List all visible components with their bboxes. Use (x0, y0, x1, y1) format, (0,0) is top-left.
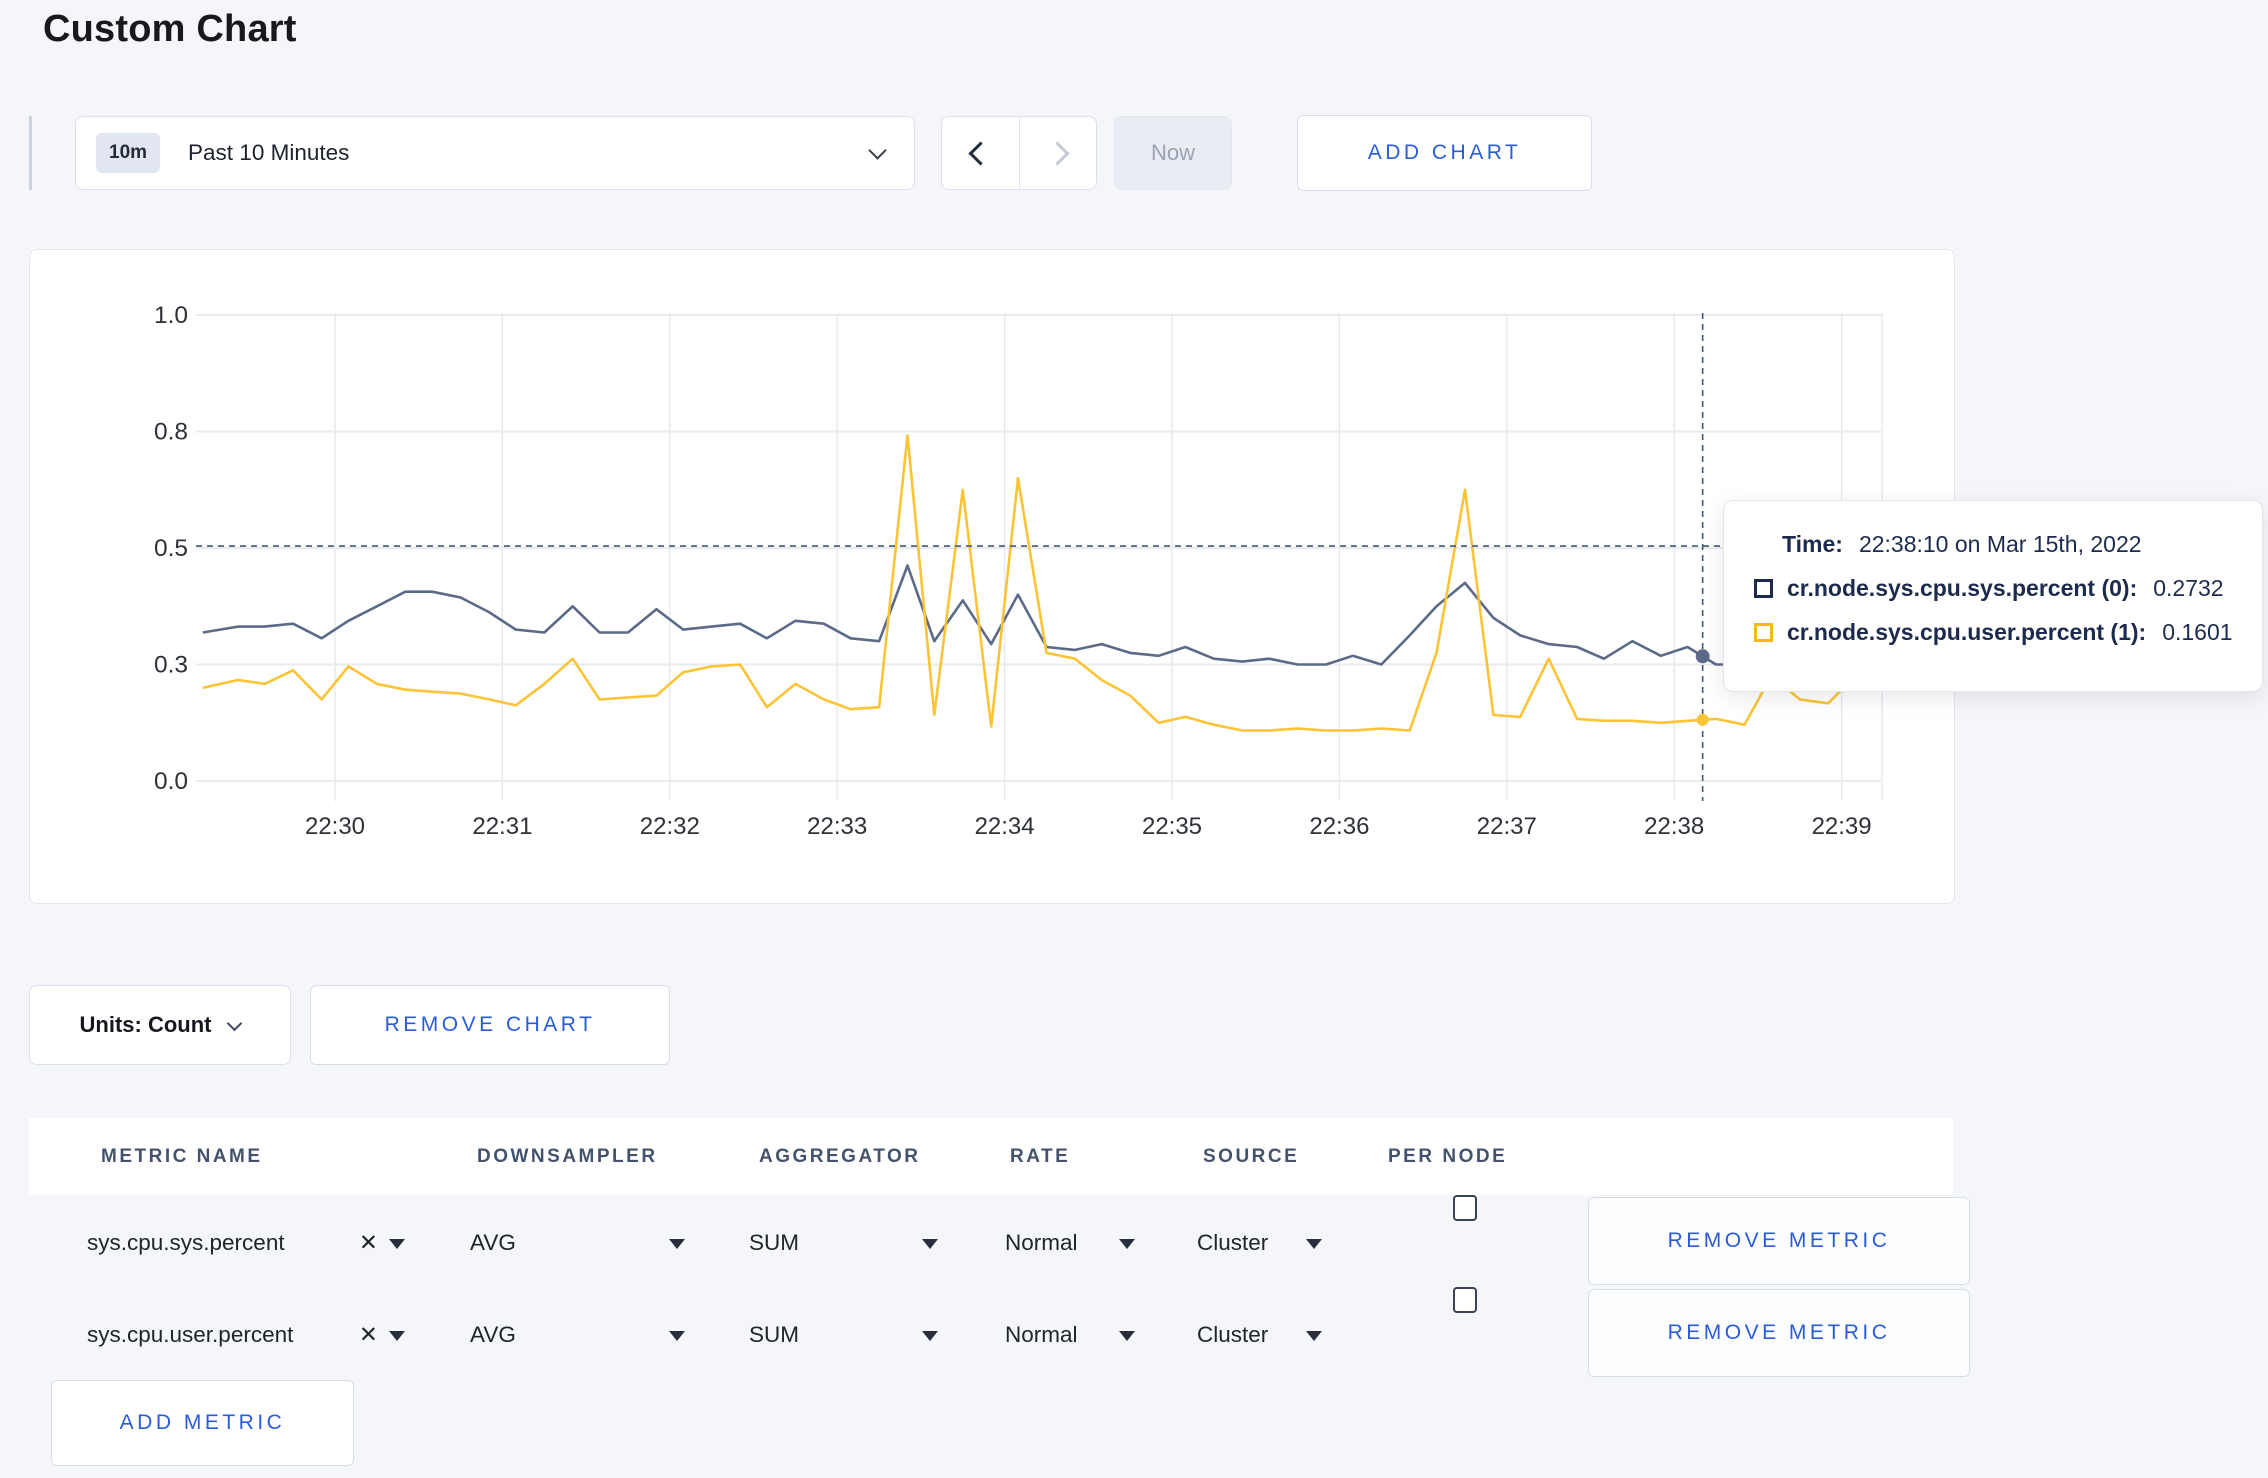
time-range-badge: 10m (96, 133, 161, 173)
user-series-swatch-icon (1754, 623, 1773, 642)
chart-grid: 22:30 22:31 22:32 22:33 22:34 22:35 22:36 22:37… (154, 302, 1883, 840)
crosshair-point-sys (1695, 649, 1710, 664)
aggregator-select[interactable]: SUM (749, 1287, 799, 1383)
chevron-down-icon (868, 140, 887, 160)
time-back-button[interactable] (942, 117, 1019, 189)
aggregator-select[interactable]: SUM (749, 1195, 799, 1291)
time-range-label: Past 10 Minutes (188, 140, 350, 165)
time-forward-button[interactable] (1018, 117, 1097, 189)
downsampler-caret-icon[interactable] (669, 1195, 685, 1291)
y-axis-tick-label: 0.8 (154, 419, 188, 446)
x-axis-tick-label: 22:36 (1309, 813, 1369, 840)
tooltip-user-label: cr.node.sys.cpu.user.percent (1): (1787, 619, 2147, 645)
metrics-table-header: METRIC NAME DOWNSAMPLER AGGREGATOR RATE … (29, 1118, 1953, 1195)
add-metric-button[interactable]: ADD METRIC (51, 1380, 354, 1466)
chart-tooltip: Time: 22:38:10 on Mar 15th, 2022 cr.node… (1723, 500, 2263, 692)
tooltip-time-row: Time: 22:38:10 on Mar 15th, 2022 (1754, 531, 2242, 558)
units-label: Units: Count (79, 1012, 212, 1037)
page-title: Custom Chart (43, 8, 297, 50)
tooltip-time-value: 22:38:10 on Mar 15th, 2022 (1858, 531, 2142, 557)
source-caret-icon[interactable] (1306, 1195, 1322, 1291)
now-button[interactable]: Now (1114, 116, 1232, 190)
metric-name-value[interactable]: sys.cpu.sys.percent (87, 1195, 285, 1291)
metric-name-caret-icon[interactable] (389, 1287, 405, 1383)
downsampler-select[interactable]: AVG (470, 1195, 516, 1291)
tooltip-sys-label: cr.node.sys.cpu.sys.percent (0): (1787, 575, 2138, 601)
tooltip-user-value: 0.1601 (2162, 619, 2233, 645)
chart-crosshair (196, 313, 1882, 801)
x-axis-tick-label: 22:30 (305, 813, 365, 840)
x-axis-tick-label: 22:32 (640, 813, 700, 840)
rate-select[interactable]: Normal (1005, 1195, 1078, 1291)
column-header-rate: RATE (1010, 1146, 1071, 1167)
column-header-per-node: PER NODE (1388, 1146, 1508, 1167)
clear-metric-icon[interactable]: ✕ (359, 1195, 378, 1291)
source-caret-icon[interactable] (1306, 1287, 1322, 1383)
y-axis-tick-label: 0.3 (154, 652, 188, 679)
rate-select[interactable]: Normal (1005, 1287, 1078, 1383)
clear-metric-icon[interactable]: ✕ (359, 1287, 378, 1383)
remove-metric-button[interactable]: REMOVE METRIC (1588, 1289, 1970, 1377)
aggregator-caret-icon[interactable] (922, 1195, 938, 1291)
source-select[interactable]: Cluster (1197, 1195, 1268, 1291)
sys-series-swatch-icon (1754, 579, 1773, 598)
column-header-aggregator: AGGREGATOR (759, 1146, 921, 1167)
x-axis-tick-label: 22:39 (1812, 813, 1872, 840)
column-header-downsampler: DOWNSAMPLER (477, 1146, 658, 1167)
toolbar-divider (29, 116, 32, 190)
per-node-checkbox[interactable] (1453, 1287, 1477, 1313)
remove-metric-button[interactable]: REMOVE METRIC (1588, 1197, 1970, 1285)
tooltip-sys-value: 0.2732 (2153, 575, 2224, 601)
x-axis-tick-label: 22:35 (1142, 813, 1202, 840)
aggregator-caret-icon[interactable] (922, 1287, 938, 1383)
y-axis-tick-label: 0.5 (154, 535, 188, 562)
custom-chart-page: Custom Chart 10m Past 10 Minutes Now ADD… (0, 0, 2268, 1478)
crosshair-point-user (1696, 713, 1709, 726)
x-axis-tick-label: 22:33 (807, 813, 867, 840)
rate-caret-icon[interactable] (1119, 1287, 1135, 1383)
chart-canvas[interactable]: 22:30 22:31 22:32 22:33 22:34 22:35 22:36 22:37… (30, 250, 1956, 905)
time-pager (941, 116, 1097, 190)
metric-name-caret-icon[interactable] (389, 1195, 405, 1291)
rate-caret-icon[interactable] (1119, 1195, 1135, 1291)
column-header-source: SOURCE (1203, 1146, 1300, 1167)
tooltip-series-row: cr.node.sys.cpu.user.percent (1): 0.1601 (1754, 619, 2242, 646)
table-row: sys.cpu.sys.percent ✕ AVG SUM Normal Clu… (29, 1195, 1970, 1291)
time-range-dropdown[interactable]: 10m Past 10 Minutes (75, 116, 915, 190)
x-axis-tick-label: 22:37 (1477, 813, 1537, 840)
line-series-user (202, 434, 1868, 732)
chevron-left-icon (968, 140, 993, 166)
x-axis-tick-label: 22:38 (1644, 813, 1704, 840)
tooltip-series-row: cr.node.sys.cpu.sys.percent (0): 0.2732 (1754, 575, 2242, 602)
units-dropdown[interactable]: Units: Count (29, 985, 291, 1065)
metric-name-value[interactable]: sys.cpu.user.percent (87, 1287, 293, 1383)
y-axis-tick-label: 0.0 (154, 768, 188, 795)
y-axis-tick-label: 1.0 (154, 302, 188, 329)
chevron-right-icon (1045, 140, 1070, 166)
tooltip-time-label: Time: (1782, 531, 1843, 557)
column-header-metric-name: METRIC NAME (101, 1146, 263, 1167)
remove-chart-button[interactable]: REMOVE CHART (310, 985, 670, 1065)
per-node-checkbox[interactable] (1453, 1195, 1477, 1221)
chevron-down-icon (227, 1015, 243, 1031)
downsampler-caret-icon[interactable] (669, 1287, 685, 1383)
table-row: sys.cpu.user.percent ✕ AVG SUM Normal Cl… (29, 1287, 1970, 1383)
x-axis-tick-label: 22:31 (472, 813, 532, 840)
x-axis-tick-label: 22:34 (975, 813, 1035, 840)
chart-card: 22:30 22:31 22:32 22:33 22:34 22:35 22:36 22:37… (29, 249, 1955, 904)
downsampler-select[interactable]: AVG (470, 1287, 516, 1383)
source-select[interactable]: Cluster (1197, 1287, 1268, 1383)
add-chart-button[interactable]: ADD CHART (1297, 115, 1592, 191)
